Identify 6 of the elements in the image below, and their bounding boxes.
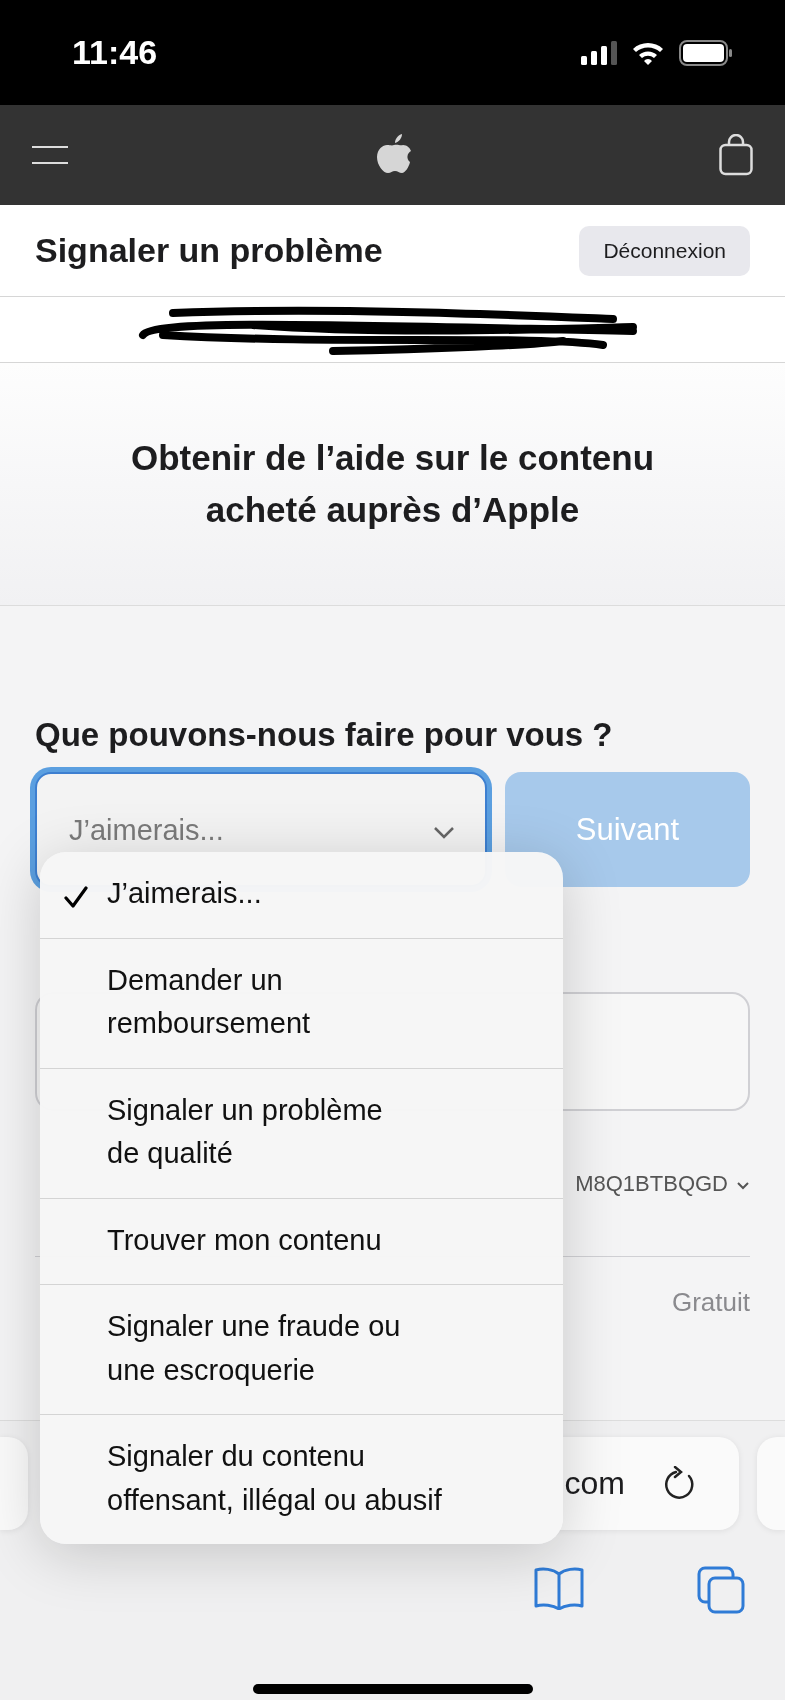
page-title: Signaler un problème [35, 231, 383, 270]
hero-heading: Obtenir de l’aide sur le contenu acheté auprès d’Apple [129, 436, 656, 531]
question-label: Que pouvons-nous faire pour vous ? [35, 716, 614, 754]
clock: 11:46 [72, 33, 158, 72]
order-id: M8Q1BTBQGD [575, 1171, 728, 1197]
price-label: Gratuit [671, 1287, 750, 1318]
